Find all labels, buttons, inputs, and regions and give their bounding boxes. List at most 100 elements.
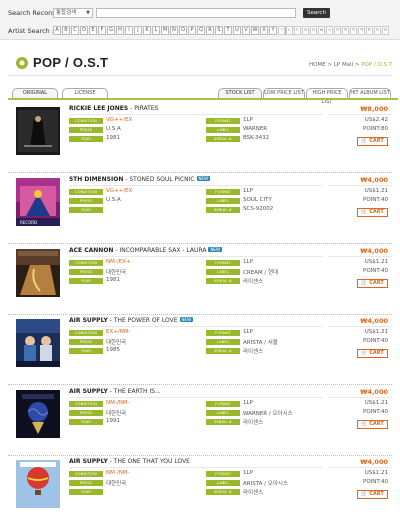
artist-hangul-8[interactable]: ㅈ <box>342 26 349 35</box>
artist-hangul-1[interactable]: ㄴ <box>286 26 293 35</box>
press-label: PRESS <box>69 198 103 204</box>
price-underline <box>328 467 392 468</box>
artist-letter-index: ABCDEFGHIJKLMNOPQRSTUVWXYZetc <box>53 26 298 35</box>
artist-letter-o[interactable]: O <box>179 26 187 35</box>
press-label: PRESS <box>69 339 103 345</box>
price-usd: US$1.21 <box>364 470 388 476</box>
format-value: 1LP <box>243 400 253 406</box>
artist-letter-n[interactable]: N <box>170 26 178 35</box>
record-label-label: LABEL <box>206 127 240 133</box>
reward-points: POINT:80 <box>363 126 388 132</box>
artist-hangul-2[interactable]: ㄷ <box>294 26 301 35</box>
artist-letter-y[interactable]: Y <box>269 26 277 35</box>
artist-hangul-0[interactable]: ㄱ <box>278 26 285 35</box>
reward-points: POINT:40 <box>363 479 388 485</box>
artist-letter-p[interactable]: P <box>188 26 196 35</box>
product-title-link[interactable]: 5TH DIMENSION - STONED SOUL PICNIC NEW <box>69 176 211 183</box>
artist-search-label: Artist Search : <box>8 27 55 35</box>
serial-label: SERIAL # <box>206 348 240 354</box>
artist-letter-s[interactable]: S <box>215 26 223 35</box>
serial-value: 라이센스 <box>243 490 264 496</box>
price-krw: ₩4,000 <box>360 458 388 466</box>
add-to-cart-button[interactable]: 🛒 CART <box>357 349 388 358</box>
artist-hangul-4[interactable]: ㅁ <box>310 26 317 35</box>
record-label-value: SOUL CITY <box>243 197 272 203</box>
row-divider <box>8 384 392 385</box>
artist-hangul-11[interactable]: ㅌ <box>366 26 373 35</box>
artist-letter-c[interactable]: C <box>71 26 79 35</box>
album-cover-image[interactable]: RECORD <box>16 178 60 226</box>
artist-hangul-3[interactable]: ㄹ <box>302 26 309 35</box>
product-title-link[interactable]: AIR SUPPLY - THE ONE THAT YOU LOVE <box>69 458 190 465</box>
svg-text:RECORD: RECORD <box>20 220 37 225</box>
artist-hangul-10[interactable]: ㅋ <box>358 26 365 35</box>
artist-letter-u[interactable]: U <box>233 26 241 35</box>
artist-letter-x[interactable]: X <box>260 26 268 35</box>
search-category-select[interactable]: 통합검색 ▼ <box>53 8 93 18</box>
artist-letter-q[interactable]: Q <box>197 26 205 35</box>
artist-hangul-index: ㄱㄴㄷㄹㅁㅂㅅㅇㅈㅊㅋㅌㅍㅎ <box>278 26 389 35</box>
artist-hangul-12[interactable]: ㅍ <box>374 26 381 35</box>
price-krw: ₩4,000 <box>360 317 388 325</box>
album-cover-image[interactable] <box>16 249 60 297</box>
artist-letter-f[interactable]: F <box>98 26 106 35</box>
product-row: ACE CANNON - INCOMPARABLE SAX - LAURA NEW… <box>8 245 392 315</box>
artist-letter-r[interactable]: R <box>206 26 214 35</box>
album-cover-image[interactable] <box>16 319 60 367</box>
artist-letter-h[interactable]: H <box>116 26 124 35</box>
artist-letter-v[interactable]: V <box>242 26 250 35</box>
artist-letter-e[interactable]: E <box>89 26 97 35</box>
product-title-link[interactable]: RICKIE LEE JONES - PIRATES <box>69 105 158 112</box>
condition-label: CONDITION <box>69 330 103 336</box>
artist-hangul-6[interactable]: ㅅ <box>326 26 333 35</box>
search-bar: Search Record : 통합검색 ▼ Search Artist Sea… <box>0 0 400 40</box>
record-label-value: WARNER / 오아시스 <box>243 411 293 417</box>
serial-value: SCS-92002 <box>243 206 274 212</box>
artist-letter-m[interactable]: M <box>161 26 169 35</box>
artist-hangul-9[interactable]: ㅊ <box>350 26 357 35</box>
artist-letter-t[interactable]: T <box>224 26 232 35</box>
title-underline <box>69 114 323 115</box>
artist-hangul-7[interactable]: ㅇ <box>334 26 341 35</box>
artist-letter-j[interactable]: J <box>134 26 142 35</box>
product-title-link[interactable]: ACE CANNON - INCOMPARABLE SAX - LAURA NEW <box>69 247 222 254</box>
artist-letter-k[interactable]: K <box>143 26 151 35</box>
artist-letter-w[interactable]: W <box>251 26 259 35</box>
condition-value: VG++/EX <box>106 188 133 194</box>
artist-letter-a[interactable]: A <box>53 26 61 35</box>
artist-letter-d[interactable]: D <box>80 26 88 35</box>
add-to-cart-button[interactable]: 🛒 CART <box>357 420 388 429</box>
artist-letter-g[interactable]: G <box>107 26 115 35</box>
record-label-label: LABEL <box>206 410 240 416</box>
breadcrumb-lp-mall[interactable]: LP Mall <box>334 62 353 68</box>
format-label: FORMAT <box>206 471 240 477</box>
add-to-cart-button[interactable]: 🛒 CART <box>357 279 388 288</box>
breadcrumb-home[interactable]: HOME <box>309 62 326 68</box>
press-value: U.S.A <box>106 197 121 203</box>
search-button[interactable]: Search <box>303 8 330 18</box>
album-cover-image[interactable] <box>16 107 60 155</box>
album-cover-image[interactable] <box>16 460 60 508</box>
artist-name: AIR SUPPLY <box>69 388 108 395</box>
reward-points: POINT:40 <box>363 409 388 415</box>
product-title-link[interactable]: AIR SUPPLY - THE POWER OF LOVE NEW <box>69 317 194 324</box>
artist-letter-i[interactable]: I <box>125 26 133 35</box>
new-badge: NEW <box>196 176 211 181</box>
cart-label: CART <box>369 350 384 356</box>
artist-letter-b[interactable]: B <box>62 26 70 35</box>
add-to-cart-button[interactable]: 🛒 CART <box>357 208 388 217</box>
artist-hangul-5[interactable]: ㅂ <box>318 26 325 35</box>
add-to-cart-button[interactable]: 🛒 CART <box>357 137 388 146</box>
product-row: AIR SUPPLY - THE POWER OF LOVE NEW ₩4,000 C… <box>8 315 392 385</box>
price-usd: US$1.21 <box>364 400 388 406</box>
row-divider <box>8 172 392 173</box>
add-to-cart-button[interactable]: 🛒 CART <box>357 490 388 499</box>
album-title: STONED SOUL PICNIC <box>129 176 195 183</box>
artist-name: AIR SUPPLY <box>69 317 108 324</box>
artist-hangul-13[interactable]: ㅎ <box>382 26 389 35</box>
year-label: YEAR <box>69 419 103 425</box>
artist-letter-l[interactable]: L <box>152 26 160 35</box>
search-input[interactable] <box>96 8 296 18</box>
album-cover-image[interactable] <box>16 390 60 438</box>
product-title-link[interactable]: AIR SUPPLY - THE EARTH IS... <box>69 388 161 395</box>
